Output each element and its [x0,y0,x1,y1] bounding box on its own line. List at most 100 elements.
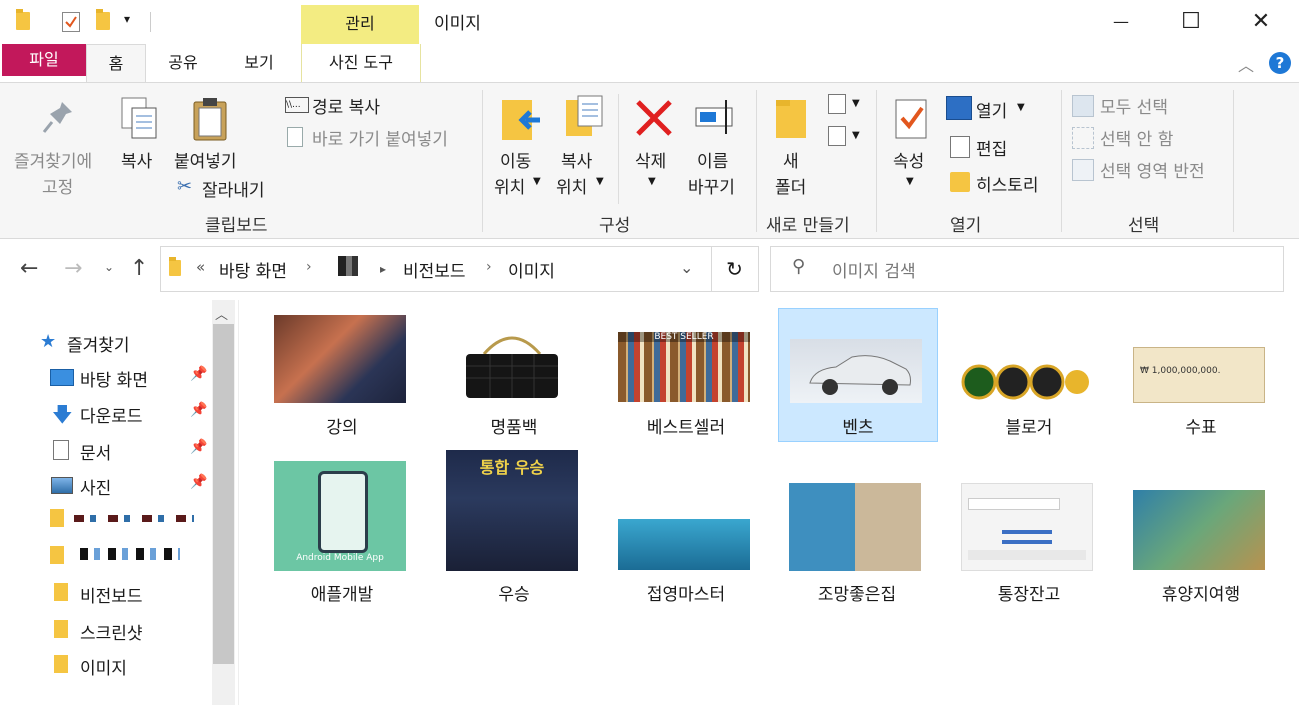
properties-button[interactable]: 속성 [893,147,924,172]
up-arrow-icon[interactable]: ↑ [130,256,148,281]
pin-icon[interactable]: 📌 [190,402,207,418]
file-item[interactable]: BEST SELLER 베스트셀러 [607,309,765,441]
pin-to-quick-access-button[interactable]: 즐겨찾기에 [14,147,92,172]
copy-path-button[interactable]: 경로 복사 [312,93,380,118]
new-item-icon[interactable] [828,94,846,114]
nav-item-documents[interactable]: 문서 📌 [48,439,218,464]
redacted-breadcrumb[interactable] [338,256,358,276]
file-item[interactable]: 강의 [263,309,421,441]
back-arrow-icon[interactable]: ← [20,256,38,281]
nav-quick-access[interactable]: 즐겨찾기 [67,331,130,356]
scroll-up-arrow-icon[interactable]: ︿ [215,304,228,323]
file-thumbnail [961,361,1093,403]
nav-item-screenshots[interactable]: 스크린샷 [48,619,208,644]
breadcrumb-chevron-icon[interactable]: ▸ [380,262,386,276]
file-name: 통장잔고 [997,585,1061,605]
thumbnail-text: ₩ 1,000,000,000. [1140,366,1221,376]
nav-item-pictures[interactable]: 사진 📌 [48,474,218,499]
easy-access-icon[interactable] [828,126,846,146]
forward-arrow-icon[interactable]: → [64,256,82,281]
file-item[interactable]: 접영마스터 [607,476,765,608]
delete-button[interactable]: 삭제 [635,147,666,172]
search-input[interactable]: 이미지 검색 [832,257,916,282]
tab-picture-tools[interactable]: 사진 도구 [301,44,421,82]
tab-share[interactable]: 공유 [150,44,216,82]
nav-item-redacted-1[interactable] [50,507,200,529]
file-item[interactable]: 휴양지여행 [1122,476,1280,608]
new-group-label: 새로 만들기 [766,216,850,236]
open-button[interactable]: 열기 [976,97,1007,122]
recent-locations-chevron-icon[interactable]: ⌄ [104,260,114,274]
pin-icon[interactable]: 📌 [190,366,207,382]
collapse-ribbon-icon[interactable]: ︿ [1238,52,1254,76]
file-thumbnail [790,339,922,403]
select-all-button[interactable]: 모두 선택 [1100,93,1168,118]
ribbon-separator [876,90,877,232]
window-title: 이미지 [434,14,481,34]
file-item[interactable]: Android Mobile App 애플개발 [263,461,421,608]
cut-button[interactable]: 잘라내기 [202,176,265,201]
properties-quick-icon[interactable] [62,12,80,32]
edit-button[interactable]: 편집 [976,135,1007,160]
new-folder-quick-icon[interactable] [96,9,110,30]
file-item[interactable]: 조망좋은집 [778,476,936,608]
breadcrumb-images[interactable]: 이미지 [508,257,555,282]
file-thumbnail: BEST SELLER [618,332,750,402]
file-item[interactable]: ₩ 1,000,000,000. 수표 [1122,309,1280,441]
file-name: 조망좋은집 [817,585,897,605]
customize-toolbar-chevron-icon[interactable]: ▾ [124,12,130,26]
delete-chevron-icon: ▼ [648,176,656,187]
nav-item-label: 스크린샷 [80,624,143,644]
nav-item-visionboard[interactable]: 비전보드 [48,582,208,607]
paste-button[interactable]: 붙여넣기 [174,147,237,172]
refresh-icon[interactable]: ↻ [711,246,759,292]
file-name: 명품백 [490,418,538,438]
copy-to-button[interactable]: 복사 [561,147,592,172]
easy-access-chevron-icon[interactable]: ▼ [852,130,860,141]
select-none-button[interactable]: 선택 안 함 [1100,125,1173,150]
open-group-label: 열기 [950,216,982,236]
select-group-label: 선택 [1128,216,1160,236]
help-icon[interactable]: ? [1269,52,1291,74]
file-item-selected[interactable]: 벤츠 [778,308,938,442]
invert-selection-button[interactable]: 선택 영역 반전 [1100,157,1205,182]
copy-button[interactable]: 복사 [121,147,152,172]
new-folder-button[interactable]: 새 [783,147,799,172]
nav-item-desktop[interactable]: 바탕 화면 📌 [48,366,218,391]
rename-label-line2: 바꾸기 [688,178,735,198]
nav-item-downloads[interactable]: 🡇 다운로드 📌 [48,402,218,427]
paste-shortcut-button[interactable]: 바로 가기 붙여넣기 [312,125,448,150]
close-button[interactable]: ✕ [1226,0,1296,44]
nav-item-images[interactable]: 이미지 [48,654,208,679]
breadcrumb-chevron-icon[interactable]: › [486,259,492,275]
nav-item-redacted-2[interactable] [50,544,200,566]
thumbnail-text: 통합 우승 [479,458,545,477]
file-item[interactable]: 통합 우승 우승 [435,450,593,608]
minimize-button[interactable]: — [1086,0,1156,44]
file-name: 베스트셀러 [646,418,726,438]
pin-icon[interactable]: 📌 [190,439,207,455]
address-overflow[interactable]: « [196,258,205,276]
pin-icon[interactable]: 📌 [190,474,207,490]
tab-view[interactable]: 보기 [226,44,292,82]
breadcrumb-visionboard[interactable]: 비전보드 [403,257,466,282]
quick-access-folder-icon[interactable] [16,9,30,30]
copy-to-icon [564,94,608,144]
open-chevron-icon[interactable]: ▼ [1017,102,1025,113]
rename-button[interactable]: 이름 [697,147,728,172]
scrollbar-thumb[interactable] [213,324,234,664]
history-button[interactable]: 히스토리 [976,171,1039,196]
tab-home[interactable]: 홈 [86,44,146,83]
rename-icon [694,98,738,142]
address-dropdown-chevron-icon[interactable]: ⌄ [680,258,693,277]
move-to-button[interactable]: 이동 [500,147,531,172]
file-item[interactable]: 명품백 [435,309,593,441]
file-item[interactable]: 통장잔고 [950,476,1108,608]
new-item-chevron-icon[interactable]: ▼ [852,98,860,109]
breadcrumb-chevron-icon[interactable]: › [306,259,312,275]
file-item[interactable]: 블로거 [950,309,1108,441]
tab-file[interactable]: 파일 [2,44,86,76]
move-to-icon [500,96,544,146]
breadcrumb-desktop[interactable]: 바탕 화면 [219,257,287,282]
maximize-button[interactable]: ☐ [1156,0,1226,44]
